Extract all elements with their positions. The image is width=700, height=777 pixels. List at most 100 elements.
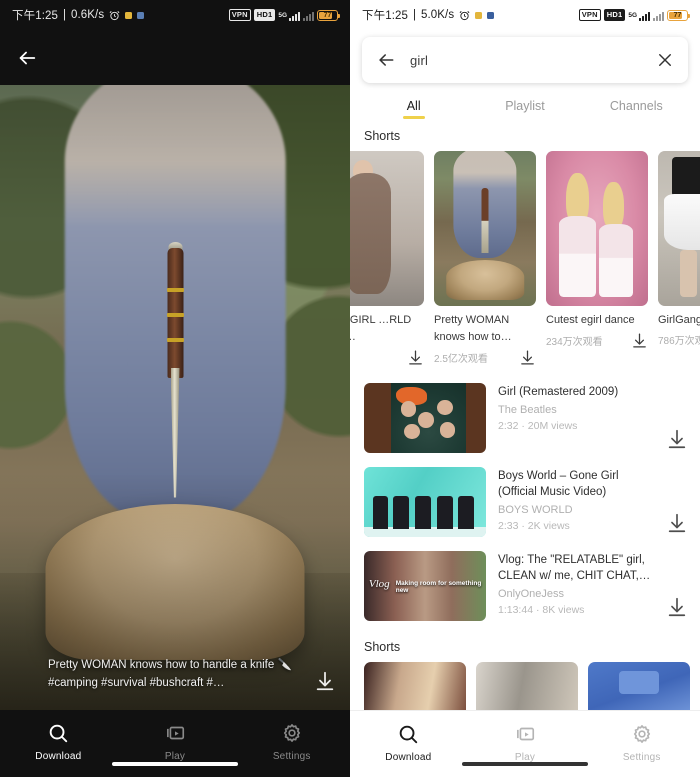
download-icon[interactable] — [407, 349, 424, 366]
video-info: Vlog: The "RELATABLE" girl, CLEAN w/ me,… — [498, 551, 654, 616]
nav-label-play: Play — [164, 751, 186, 762]
shorts-title: …ST GIRL …RLD😳 #… — [350, 314, 412, 343]
shorts-card[interactable]: …ST GIRL …RLD😳 #… — [350, 151, 424, 366]
signal-bars-icon-1 — [639, 10, 650, 21]
shorts-thumbnail[interactable] — [476, 662, 578, 710]
vpn-badge: VPN — [228, 9, 251, 21]
thumbnail-art — [658, 151, 700, 306]
hd-badge: HD1 — [603, 9, 626, 21]
shorts-thumbnail[interactable] — [434, 151, 536, 306]
shorts-section-2-title: Shorts — [364, 640, 401, 654]
status-separator: | — [412, 9, 416, 21]
left-status-bar-right: VPN HD1 5G 77 — [228, 9, 341, 21]
video-caption: Pretty WOMAN knows how to handle a knife… — [48, 659, 292, 689]
nav-item-download[interactable]: Download — [350, 711, 467, 763]
thumbnail-art — [350, 151, 424, 306]
shorts-footer — [350, 346, 424, 366]
shorts-card[interactable] — [364, 662, 466, 710]
shorts-footer: 234万次观看 — [546, 329, 648, 349]
hd-badge: HD1 — [253, 9, 276, 21]
download-icon[interactable] — [666, 512, 688, 537]
download-icon[interactable] — [631, 332, 648, 349]
video-vignette — [0, 85, 350, 710]
left-status-bar: 下午1:25 | 0.6K/s VPN HD1 5G 77 — [0, 0, 350, 30]
tab-playlist[interactable]: Playlist — [469, 92, 580, 117]
nav-item-settings[interactable]: Settings — [233, 710, 350, 762]
video-channel: OnlyOneJess — [498, 588, 565, 600]
shorts-views: 786万次观… — [658, 336, 700, 347]
video-duration: 2:33 — [498, 520, 519, 532]
video-thumbnail[interactable] — [364, 467, 486, 537]
notif-square-icon-1 — [125, 11, 133, 19]
search-bar[interactable]: girl — [362, 37, 688, 83]
video-list-item[interactable]: Boys World – Gone Girl (Official Music V… — [350, 460, 700, 544]
results-scroll-area[interactable]: Shorts …ST GIRL …RLD😳 #… — [350, 117, 700, 710]
video-thumbnail[interactable]: Vlog Making room for something new — [364, 551, 486, 621]
nav-item-play[interactable]: Play — [467, 711, 584, 763]
signal-bars-icon-1 — [289, 10, 300, 21]
search-input[interactable]: girl — [410, 53, 642, 68]
video-surface[interactable]: Pretty WOMAN knows how to handle a knife… — [0, 85, 350, 710]
video-play-icon — [517, 727, 535, 741]
thumbnail-art — [476, 662, 578, 710]
left-video-player-panel: 下午1:25 | 0.6K/s VPN HD1 5G 77 Pretty WOM… — [0, 0, 350, 777]
nav-item-play[interactable]: Play — [117, 710, 234, 762]
signal-bars-icon-2 — [303, 10, 314, 21]
left-bottom-nav: Download Play Settings — [0, 710, 350, 777]
arrow-left-icon[interactable] — [16, 47, 38, 69]
alarm-icon — [459, 10, 470, 20]
video-stats: 2:32 · 20M views — [498, 416, 654, 432]
right-status-bar-right: VPN HD1 5G 77 — [578, 9, 691, 21]
close-icon[interactable] — [656, 51, 674, 69]
shorts-card[interactable]: Cutest egirl dance 234万次观看 — [546, 151, 648, 366]
shorts-title: Pretty WOMAN knows how to handl… — [434, 314, 510, 343]
video-play-icon — [167, 726, 185, 740]
battery-icon: 77 — [667, 9, 691, 21]
shorts-card[interactable]: Pretty WOMAN knows how to handl… 2.5亿次观看 — [434, 151, 536, 366]
download-icon[interactable] — [666, 596, 688, 621]
tab-all[interactable]: All — [358, 92, 469, 117]
shorts-meta: …ST GIRL …RLD😳 #… — [350, 306, 424, 366]
notif-square-icon-2 — [487, 11, 495, 19]
shorts-card[interactable] — [476, 662, 578, 710]
video-views: 20M views — [527, 420, 578, 432]
nav-item-download[interactable]: Download — [0, 710, 117, 762]
video-channel: The Beatles — [498, 404, 557, 416]
shorts-card[interactable] — [588, 662, 690, 710]
thumbnail-overlay-text-sub: Making room for something new — [395, 580, 482, 595]
shorts-card[interactable]: GirlGang… #shorts 786万次观… — [658, 151, 700, 366]
home-indicator — [462, 762, 588, 766]
video-list-item[interactable]: Vlog Making room for something new Vlog:… — [350, 544, 700, 628]
shorts-thumbnail[interactable] — [364, 662, 466, 710]
network-type-label: 5G — [278, 11, 287, 19]
vpn-badge: VPN — [578, 9, 601, 21]
nav-item-settings[interactable]: Settings — [583, 711, 700, 763]
shorts-meta: Pretty WOMAN knows how to handl… 2.5亿次观看 — [434, 306, 536, 366]
notif-square-icon-1 — [475, 11, 483, 19]
shorts-footer: 786万次观… — [658, 329, 700, 347]
shorts-carousel-2[interactable] — [350, 662, 700, 710]
video-thumbnail[interactable] — [364, 383, 486, 453]
battery-level-label: 77 — [323, 11, 332, 19]
download-icon[interactable] — [314, 670, 336, 692]
status-net-speed: 5.0K/s — [420, 9, 455, 21]
right-status-bar-left: 下午1:25 | 5.0K/s — [362, 7, 495, 23]
download-icon[interactable] — [666, 428, 688, 453]
shorts-thumbnail[interactable] — [658, 151, 700, 306]
battery-icon: 77 — [317, 9, 341, 21]
network-type-label: 5G — [628, 11, 637, 19]
arrow-left-icon[interactable] — [376, 50, 396, 70]
shorts-carousel[interactable]: …ST GIRL …RLD😳 #… Prett — [350, 151, 700, 366]
video-duration: 1:13:44 — [498, 604, 534, 616]
shorts-thumbnail[interactable] — [546, 151, 648, 306]
video-stats-dot: · — [521, 420, 525, 432]
video-stats-dot: · — [521, 520, 525, 532]
video-info: Boys World – Gone Girl (Official Music V… — [498, 467, 654, 532]
video-list-item[interactable]: Girl (Remastered 2009) The Beatles 2:32 … — [350, 376, 700, 460]
tab-channels[interactable]: Channels — [581, 92, 692, 117]
shorts-thumbnail[interactable] — [588, 662, 690, 710]
gear-icon — [633, 725, 650, 743]
shorts-thumbnail[interactable] — [350, 151, 424, 306]
download-icon[interactable] — [519, 349, 536, 366]
left-status-bar-left: 下午1:25 | 0.6K/s — [12, 7, 145, 23]
